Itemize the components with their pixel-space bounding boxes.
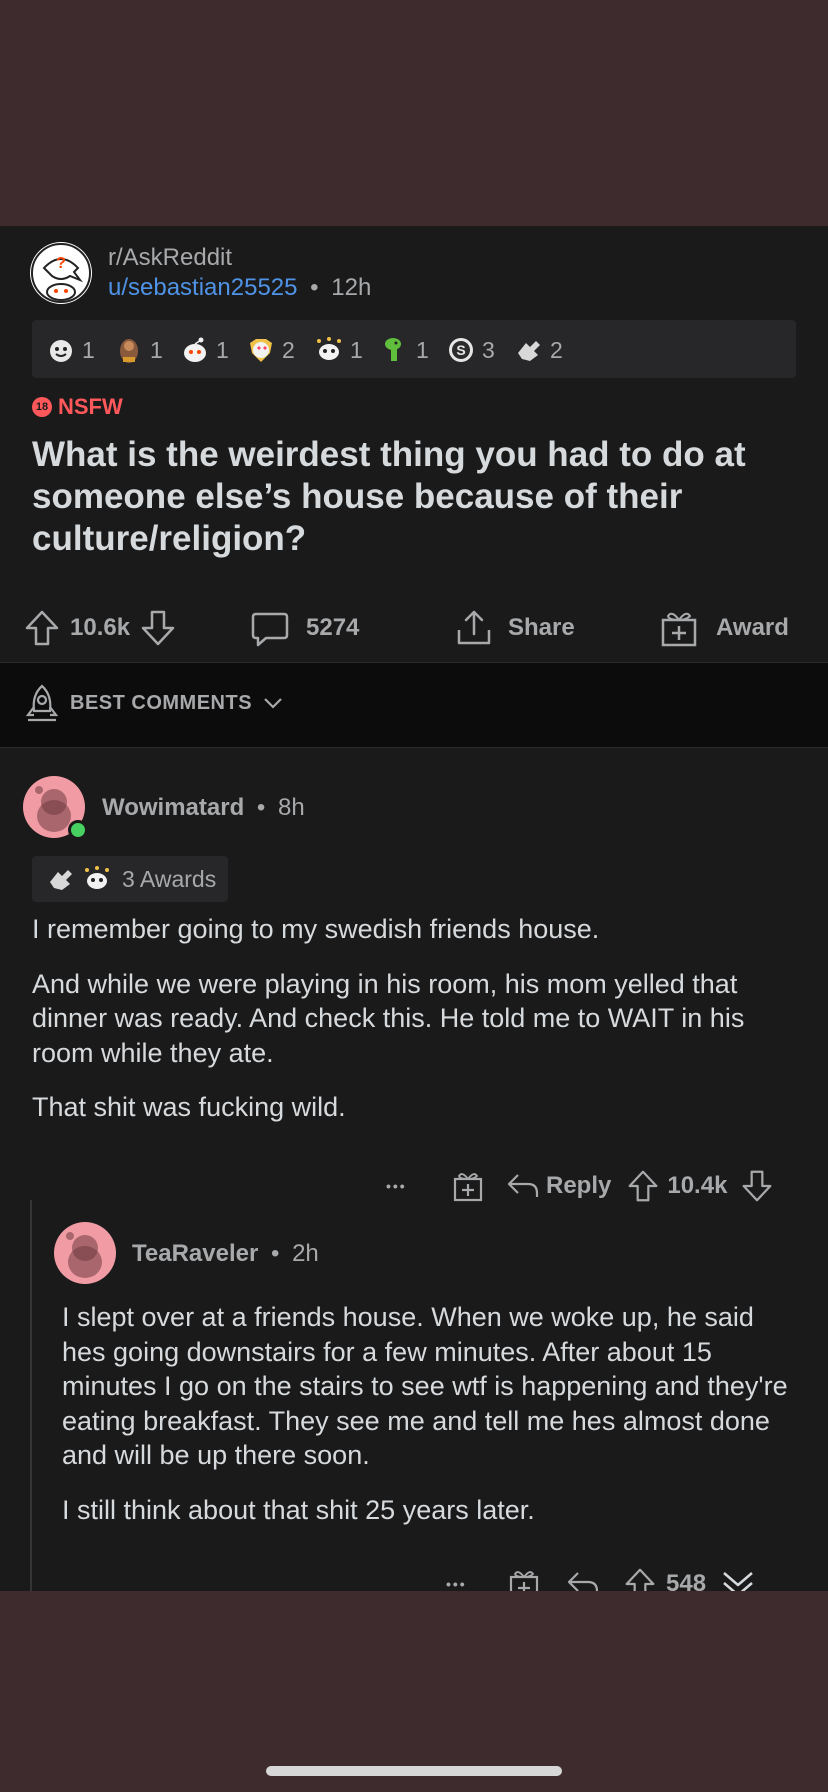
post-awards-bar[interactable]: 1 1 1 2 1 1 S 3 2	[32, 320, 796, 378]
comment-paragraph: I slept over at a friends house. When we…	[62, 1302, 788, 1470]
gift-icon[interactable]	[508, 1567, 540, 1591]
comment-reply: TeaRaveler • 2h I slept over at a friend…	[0, 1222, 828, 1591]
award-item: 2	[514, 334, 563, 366]
post-header: ? r/AskReddit u/sebastian25525 • 12h	[30, 242, 810, 306]
award-item: 2	[246, 334, 295, 366]
share-button[interactable]: Share	[454, 608, 575, 648]
post-title[interactable]: What is the weirdest thing you had to do…	[32, 434, 792, 560]
comment-age: 2h	[292, 1240, 319, 1267]
award-count: 1	[216, 336, 229, 363]
comment-age: 8h	[278, 794, 305, 821]
wholesome-award-icon	[50, 340, 72, 362]
award-item: 1	[180, 334, 229, 366]
gift-icon[interactable]	[452, 1169, 484, 1203]
award-item: S 3	[446, 334, 495, 366]
svg-text:S: S	[456, 342, 465, 358]
award-count: 1	[82, 336, 95, 363]
comment-avatar[interactable]	[54, 1222, 116, 1284]
bravo-award-icon	[120, 339, 138, 363]
share-label: Share	[508, 614, 575, 641]
award-count: 1	[150, 336, 163, 363]
comment-actions: ••• Reply 10.4k	[386, 1166, 773, 1206]
post-author-line: u/sebastian25525 • 12h	[108, 274, 371, 302]
post-age: 12h	[331, 274, 372, 301]
award-item: 1	[380, 334, 429, 366]
upvote-icon[interactable]	[24, 609, 60, 647]
separator-dot: •	[310, 274, 319, 301]
silver-award-icon: S	[449, 338, 473, 362]
snoo-award-icon	[184, 337, 206, 362]
comment-paragraph: I remember going to my swedish friends h…	[32, 914, 600, 944]
more-options-button[interactable]: •••	[386, 1178, 432, 1194]
comment-paragraph: And while we were playing in his room, h…	[32, 968, 745, 1068]
award-label: Award	[716, 614, 789, 641]
comment-actions: ••• 548	[446, 1564, 756, 1591]
rocket-icon	[25, 684, 59, 722]
award-item: 1	[114, 334, 163, 366]
subreddit-avatar[interactable]: ?	[30, 242, 92, 304]
gift-icon	[661, 612, 697, 647]
upvote-icon[interactable]	[627, 1169, 659, 1203]
comment-body: I slept over at a friends house. When we…	[62, 1300, 792, 1547]
comment-score: 10.4k	[667, 1172, 728, 1199]
comment-meta: TeaRaveler • 2h	[132, 1240, 319, 1268]
comments-button[interactable]: 5274	[250, 608, 359, 648]
award-count: 2	[550, 336, 563, 363]
award-count: 3	[482, 336, 495, 363]
more-options-button[interactable]: •••	[446, 1576, 492, 1591]
comment-paragraph: I still think about that shit 25 years l…	[62, 1494, 535, 1525]
snoo-avatar-icon	[66, 1232, 102, 1278]
comment-author[interactable]: Wowimatard	[102, 794, 244, 821]
post-panel: ? r/AskReddit u/sebastian25525 • 12h 1 1…	[0, 226, 828, 1591]
share-icon	[457, 610, 491, 645]
nsfw-label: NSFW	[58, 394, 123, 419]
separator-dot: •	[256, 794, 266, 821]
award-count: 1	[350, 336, 363, 363]
reply-arrow-icon[interactable]	[566, 1569, 600, 1591]
home-indicator[interactable]	[266, 1766, 562, 1776]
award-button[interactable]: Award	[660, 608, 789, 648]
comment-bubble-icon	[251, 612, 289, 647]
nsfw-tag: 18 NSFW	[32, 394, 123, 420]
party-award-icon	[85, 866, 109, 889]
helpful-award-icon	[50, 870, 72, 890]
reply-button[interactable]: Reply	[546, 1172, 611, 1200]
comment-count: 5274	[306, 614, 360, 641]
comment-score: 548	[666, 1570, 707, 1591]
award-item: 1	[46, 334, 95, 366]
post-action-bar: 10.6k 5274 Share Award	[0, 596, 828, 660]
vote-group: 10.6k	[24, 608, 176, 648]
subreddit-name[interactable]: r/AskReddit	[108, 244, 232, 272]
post-score: 10.6k	[70, 614, 131, 641]
comment-body: I remember going to my swedish friends h…	[32, 912, 792, 1145]
collapse-chevrons-icon[interactable]	[720, 1567, 756, 1591]
comment-meta: Wowimatard • 8h	[102, 794, 305, 822]
post-author[interactable]: u/sebastian25525	[108, 274, 298, 301]
downvote-icon[interactable]	[741, 1169, 773, 1203]
heart-eyes-award-icon	[250, 339, 272, 362]
sort-selector[interactable]: BEST COMMENTS	[24, 683, 284, 723]
award-count: 1	[416, 336, 429, 363]
online-indicator	[68, 820, 88, 840]
comment-awards-pill[interactable]: 3 Awards	[32, 856, 229, 902]
dino-award-icon	[385, 338, 401, 361]
chevron-down-icon	[264, 698, 282, 709]
askreddit-icon: ?	[31, 243, 91, 303]
upvote-icon[interactable]	[624, 1567, 656, 1591]
svg-text:?: ?	[56, 255, 66, 272]
party-award-icon	[317, 337, 341, 360]
sort-label: BEST COMMENTS	[70, 691, 253, 714]
awards-count-label: 3 Awards	[122, 865, 217, 892]
comment-paragraph: That shit was fucking wild.	[32, 1092, 346, 1122]
award-item: 1	[314, 334, 363, 366]
separator-dot: •	[270, 1240, 280, 1267]
comment-author[interactable]: TeaRaveler	[132, 1240, 258, 1267]
nsfw-18-icon: 18	[32, 397, 52, 417]
reply-arrow-icon[interactable]	[506, 1171, 540, 1201]
downvote-icon[interactable]	[140, 609, 176, 647]
comment-sort-bar[interactable]: BEST COMMENTS	[0, 662, 828, 748]
helpful-award-icon	[518, 341, 540, 361]
award-count: 2	[282, 336, 295, 363]
